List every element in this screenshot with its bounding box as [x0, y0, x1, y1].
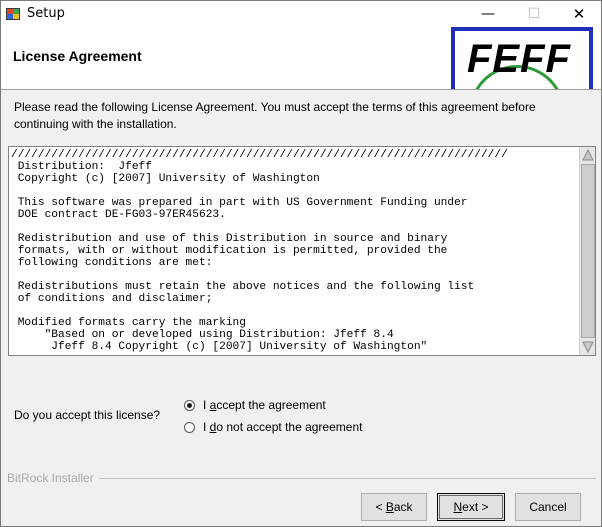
- page-title: License Agreement: [13, 48, 142, 64]
- installer-brand: BitRock Installer: [7, 471, 94, 485]
- decline-radio[interactable]: [184, 421, 195, 433]
- accept-question: Do you accept this license?: [14, 408, 161, 422]
- intro-text: Please read the following License Agreem…: [14, 100, 536, 131]
- back-button[interactable]: < Back: [361, 493, 427, 521]
- license-scrollbar[interactable]: [579, 147, 595, 355]
- maximize-icon: ☐: [527, 6, 541, 22]
- logo-text: FEFF: [467, 37, 571, 81]
- footer-divider: [99, 478, 596, 479]
- scroll-up-button[interactable]: [581, 148, 595, 162]
- scroll-down-button[interactable]: [581, 340, 595, 354]
- feff-logo: FEFF: [451, 27, 593, 89]
- title-bar[interactable]: Setup — ☐ ✕: [1, 1, 601, 27]
- triangle-down-icon: [582, 341, 594, 353]
- minimize-button[interactable]: —: [465, 1, 511, 27]
- window-title: Setup: [27, 6, 65, 21]
- decline-label[interactable]: I do not accept the agreement: [203, 420, 362, 434]
- minimize-icon: —: [481, 6, 495, 22]
- back-label: < Back: [375, 500, 413, 514]
- maximize-button[interactable]: ☐: [511, 1, 557, 27]
- license-text[interactable]: ////////////////////////////////////////…: [9, 147, 577, 355]
- decline-option[interactable]: I do not accept the agreement: [184, 419, 362, 435]
- page-header: License Agreement FEFF: [1, 27, 601, 90]
- close-button[interactable]: ✕: [556, 1, 601, 27]
- next-button[interactable]: Next >: [437, 493, 505, 521]
- next-focus-ring: Next >: [439, 495, 503, 519]
- cancel-button[interactable]: Cancel: [515, 493, 581, 521]
- setup-window: Setup — ☐ ✕ License Agreement FEFF Pleas…: [0, 0, 602, 527]
- license-text-area[interactable]: ////////////////////////////////////////…: [8, 146, 596, 356]
- scroll-thumb[interactable]: [581, 164, 595, 338]
- cancel-label: Cancel: [529, 500, 567, 514]
- triangle-up-icon: [582, 149, 594, 161]
- accept-option[interactable]: I accept the agreement: [184, 397, 326, 413]
- close-icon: ✕: [572, 5, 586, 23]
- accept-label[interactable]: I accept the agreement: [203, 398, 326, 412]
- next-label: Next >: [453, 500, 489, 514]
- accept-radio[interactable]: [184, 399, 195, 411]
- setup-app-icon: [6, 8, 20, 20]
